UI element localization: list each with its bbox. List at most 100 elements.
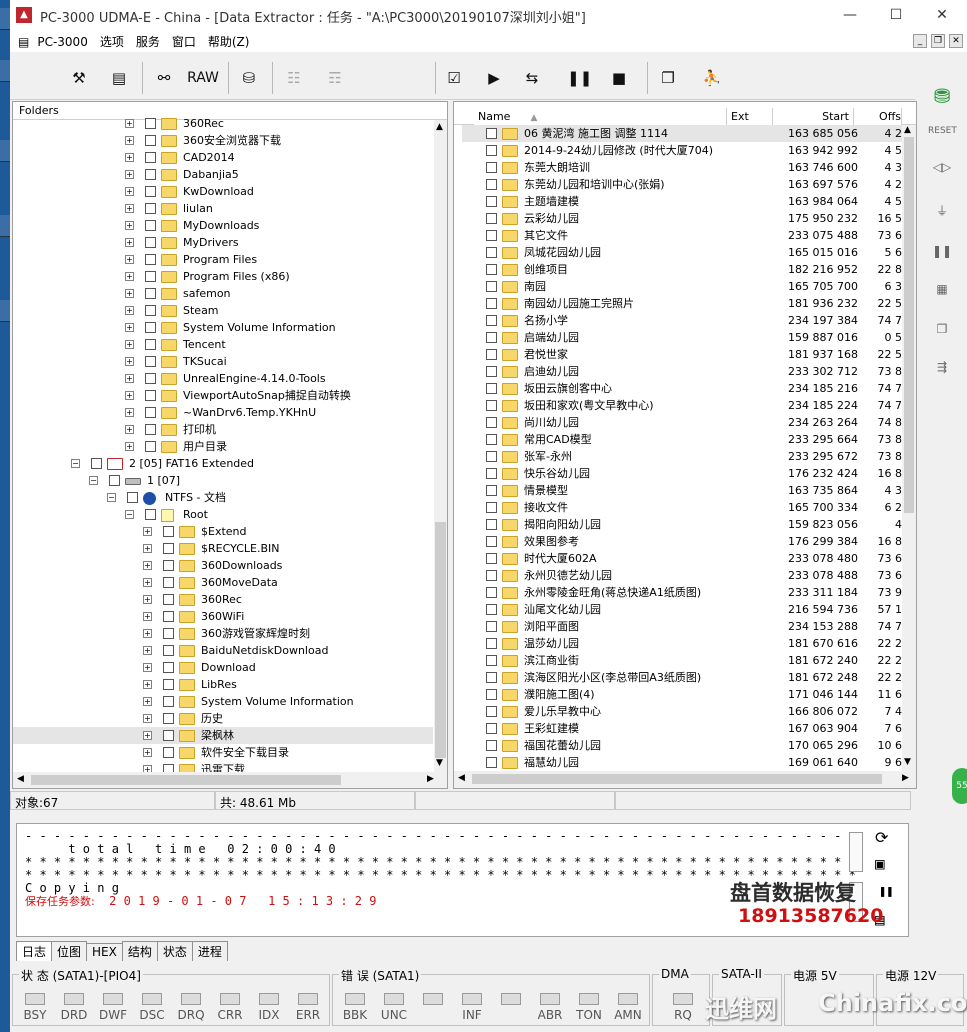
file-row[interactable]: 其它文件 233 075 488 73 6 <box>462 227 902 244</box>
tree-checkbox[interactable] <box>145 424 156 435</box>
tree-row[interactable]: + liulan <box>13 200 433 217</box>
connector-icon[interactable]: ⇶ <box>928 360 956 384</box>
expand-toggle-icon[interactable]: + <box>125 255 134 264</box>
tree-checkbox[interactable] <box>145 186 156 197</box>
log-pause-icon[interactable]: ❚❚ <box>879 884 893 898</box>
file-row[interactable]: 君悦世家 181 937 168 22 5 <box>462 346 902 363</box>
file-row[interactable]: 福国花蕾幼儿园 170 065 296 10 6 <box>462 737 902 754</box>
tree-checkbox[interactable] <box>163 526 174 537</box>
copy-icon[interactable]: ❐ <box>928 322 956 346</box>
file-row[interactable]: 王彩虹建模 167 063 904 7 6 <box>462 720 902 737</box>
tree-row[interactable]: − Root <box>13 506 433 523</box>
expand-toggle-icon[interactable]: − <box>107 493 116 502</box>
expand-toggle-icon[interactable]: + <box>143 544 152 553</box>
tree-checkbox[interactable] <box>145 339 156 350</box>
expand-toggle-icon[interactable]: + <box>143 697 152 706</box>
tree-checkbox[interactable] <box>145 390 156 401</box>
scroll-icon[interactable]: ▤ <box>105 64 133 92</box>
file-checkbox[interactable] <box>486 672 497 683</box>
expand-toggle-icon[interactable]: + <box>125 170 134 179</box>
tree-row[interactable]: + System Volume Information <box>13 319 433 336</box>
file-row[interactable]: 坂田云旗创客中心 234 185 216 74 7 <box>462 380 902 397</box>
tree-row[interactable]: − 2 [05] FAT16 Extended <box>13 455 433 472</box>
tree-row[interactable]: + 打印机 <box>13 421 433 438</box>
pause-side-icon[interactable]: ❚❚ <box>928 244 956 268</box>
expand-toggle-icon[interactable]: + <box>125 272 134 281</box>
tree-row[interactable]: + safemon <box>13 285 433 302</box>
file-row[interactable]: 启迪幼儿园 233 302 712 73 8 <box>462 363 902 380</box>
file-row[interactable]: 云彩幼儿园 175 950 232 16 5 <box>462 210 902 227</box>
file-row[interactable]: 揭阳向阳幼儿园 159 823 056 4 <box>462 516 902 533</box>
tree-checkbox[interactable] <box>163 611 174 622</box>
file-row[interactable]: 濮阳施工图(4) 171 046 144 11 6 <box>462 686 902 703</box>
export-icon[interactable]: ☑ <box>440 64 468 92</box>
expand-toggle-icon[interactable]: + <box>125 238 134 247</box>
expand-toggle-icon[interactable]: + <box>125 119 134 128</box>
tree-checkbox[interactable] <box>163 577 174 588</box>
file-checkbox[interactable] <box>486 723 497 734</box>
file-checkbox[interactable] <box>486 451 497 462</box>
tree-row[interactable]: + MyDownloads <box>13 217 433 234</box>
file-checkbox[interactable] <box>486 519 497 530</box>
tree-checkbox[interactable] <box>145 356 156 367</box>
tree-checkbox[interactable] <box>145 407 156 418</box>
tree-checkbox[interactable] <box>163 560 174 571</box>
column-name[interactable]: Name ▲ <box>474 108 727 125</box>
menu-service[interactable]: 服务 <box>130 30 166 53</box>
file-row[interactable]: 汕尾文化幼儿园 216 594 736 57 1 <box>462 601 902 618</box>
expand-toggle-icon[interactable]: + <box>143 527 152 536</box>
tree-checkbox[interactable] <box>145 169 156 180</box>
file-row[interactable]: 主题墙建模 163 984 064 4 5 <box>462 193 902 210</box>
expand-toggle-icon[interactable]: + <box>125 408 134 417</box>
expand-toggle-icon[interactable]: + <box>125 442 134 451</box>
pause-icon[interactable]: ❚❚ <box>567 64 592 92</box>
expand-toggle-icon[interactable]: − <box>71 459 80 468</box>
tree-checkbox[interactable] <box>145 441 156 452</box>
menu-options[interactable]: 选项 <box>94 30 130 53</box>
file-row[interactable]: 爱儿乐早教中心 166 806 072 7 4 <box>462 703 902 720</box>
tree-checkbox[interactable] <box>163 594 174 605</box>
tree-checkbox[interactable] <box>163 696 174 707</box>
expand-toggle-icon[interactable]: + <box>125 425 134 434</box>
file-checkbox[interactable] <box>486 434 497 445</box>
column-ext[interactable]: Ext <box>727 108 773 125</box>
tree-row[interactable]: + ~WanDrv6.Temp.YKHnU <box>13 404 433 421</box>
tree-checkbox[interactable] <box>145 203 156 214</box>
file-checkbox[interactable] <box>486 417 497 428</box>
file-checkbox[interactable] <box>486 162 497 173</box>
tree-row[interactable]: + Program Files (x86) <box>13 268 433 285</box>
tree-row[interactable]: − 1 [07] <box>13 472 433 489</box>
expand-toggle-icon[interactable]: + <box>143 629 152 638</box>
expand-toggle-icon[interactable]: + <box>125 204 134 213</box>
file-row[interactable]: 效果图参考 176 299 384 16 8 <box>462 533 902 550</box>
chip-icon[interactable]: ▦ <box>928 282 956 306</box>
tree-checkbox[interactable] <box>163 764 174 772</box>
file-checkbox[interactable] <box>486 689 497 700</box>
tree-row[interactable]: +360Rec <box>13 118 433 132</box>
expand-toggle-icon[interactable]: + <box>143 748 152 757</box>
exit-icon[interactable]: ⛹ <box>700 64 724 92</box>
raw-button[interactable]: RAW <box>185 64 221 92</box>
tree-row[interactable]: + System Volume Information <box>13 693 433 710</box>
file-row[interactable]: 接收文件 165 700 334 6 2 <box>462 499 902 516</box>
tree-checkbox[interactable] <box>145 254 156 265</box>
file-row[interactable]: 福慧幼儿园 169 061 640 9 6 <box>462 754 902 771</box>
plug-icon[interactable]: ⏚ <box>928 202 956 226</box>
tree-vscrollbar[interactable]: ▲ ▼ <box>434 120 447 772</box>
file-checkbox[interactable] <box>486 502 497 513</box>
tree-checkbox[interactable] <box>145 237 156 248</box>
file-checkbox[interactable] <box>486 128 497 139</box>
tree-icon[interactable]: ☷ <box>280 64 308 92</box>
tree-checkbox[interactable] <box>163 645 174 656</box>
log-scroll-thumb[interactable] <box>849 832 863 872</box>
file-checkbox[interactable] <box>486 553 497 564</box>
tree-checkbox[interactable] <box>145 118 156 129</box>
file-checkbox[interactable] <box>486 621 497 632</box>
column-start[interactable]: Start <box>773 108 854 125</box>
tree-checkbox[interactable] <box>145 322 156 333</box>
expand-toggle-icon[interactable]: + <box>125 289 134 298</box>
file-checkbox[interactable] <box>486 706 497 717</box>
file-checkbox[interactable] <box>486 740 497 751</box>
tree-checkbox[interactable] <box>145 305 156 316</box>
file-checkbox[interactable] <box>486 298 497 309</box>
